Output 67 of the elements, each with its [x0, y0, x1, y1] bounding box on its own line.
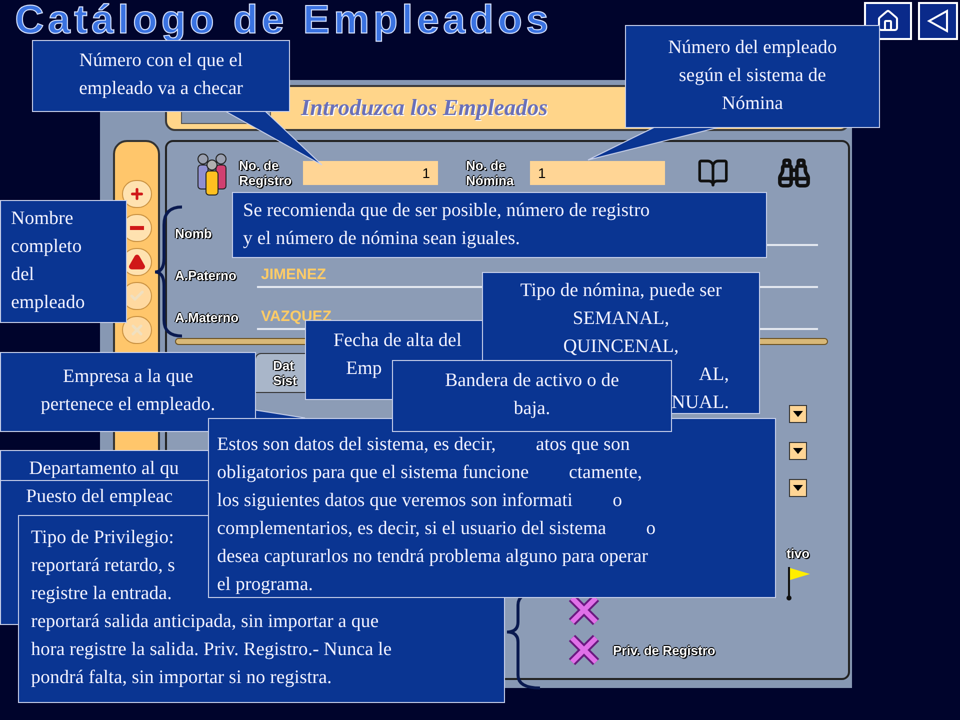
callout-text: Nómina: [722, 93, 784, 114]
callout-text: reportará retardo, s: [31, 555, 176, 576]
callout-text: SEMANAL,: [572, 308, 670, 329]
callout-text: desea capturarlos no tendrá problema alguno para operar: [217, 545, 648, 569]
input-field[interactable]: 1: [303, 161, 438, 185]
callout-text: obligatorios para que el sistema funcione: [217, 461, 529, 485]
callout-text: pertenece el empleado.: [40, 394, 216, 415]
caret-icon: [793, 485, 803, 491]
status-label: tivo: [786, 546, 810, 561]
callout-text: del: [11, 264, 34, 285]
callout-text: Número del empleado: [668, 37, 837, 58]
callout-text: NUAL.: [671, 392, 729, 413]
callout-text: Nombre: [11, 208, 74, 229]
callout-text: Se recomienda que de ser posible, número de registro: [243, 200, 650, 221]
binoculars-icon: [777, 156, 811, 190]
callout-text: Departamento al qu: [29, 458, 179, 479]
dropdown-button[interactable]: [789, 442, 807, 460]
callout-text: registre la entrada.: [31, 583, 172, 604]
field-label: A.Paterno: [175, 268, 236, 283]
caret-icon: [793, 411, 803, 417]
field-label: A.Materno: [175, 310, 239, 325]
callout-text: Puesto del empleac: [26, 486, 173, 507]
field-label: No. de Registro: [239, 158, 293, 188]
plus-icon: [128, 186, 144, 202]
field-label: No. de Nómina: [466, 158, 515, 188]
callout-text: o: [646, 517, 656, 541]
callout-text: AL,: [698, 364, 729, 385]
callout-text: Número con el que el: [79, 50, 243, 71]
callout-text: Bandera de activo o de: [444, 370, 620, 391]
callout-text: empleado va a checar: [78, 78, 244, 99]
back-button[interactable]: [918, 2, 958, 40]
callout-text: Tipo de nómina, puede ser: [520, 280, 722, 301]
callout-text: QUINCENAL,: [563, 336, 679, 357]
cross-icon: [128, 322, 144, 338]
left-triangle-icon: [927, 9, 949, 33]
header-title: Introduzca los Empleados: [301, 94, 548, 122]
callout-text: Estos son datos del sistema, es decir,: [217, 433, 496, 457]
callout-text: Fecha de alta del: [333, 330, 462, 351]
input-field[interactable]: 1: [530, 161, 665, 185]
callout-text: Emp: [346, 358, 382, 379]
book-icon: [697, 157, 729, 189]
callout-text: Empresa a la que: [62, 366, 194, 387]
triangle-icon: [128, 254, 144, 270]
callout-text: baja.: [514, 398, 550, 419]
callout-text: y el número de nómina sean iguales.: [243, 228, 520, 249]
home-icon: [876, 9, 900, 33]
callout-text: ctamente,: [568, 461, 642, 485]
callout-text: atos que son: [536, 433, 630, 457]
callout-text: según el sistema de: [678, 65, 826, 86]
callout-text: completo: [11, 236, 82, 257]
callout-text: los siguientes datos que veremos son informati: [217, 489, 573, 513]
callout-text: o: [612, 489, 622, 513]
slide-title: Catálogo de Empleados: [15, 0, 552, 40]
callout-text: pondrá falta, sin importar si no registra.: [31, 667, 332, 688]
privilege-label: Priv. de Registro: [613, 642, 716, 658]
minus-icon: [130, 226, 144, 230]
caret-icon: [793, 448, 803, 454]
callout-text: Tipo de Privilegio:: [31, 527, 174, 548]
dropdown-button[interactable]: [789, 479, 807, 497]
callout-text: empleado: [11, 292, 85, 313]
toolbar-button[interactable]: [122, 180, 152, 208]
dropdown-button[interactable]: [789, 405, 807, 423]
callout-text: complementarios, es decir, si el usuario del sistema: [217, 517, 606, 541]
field-label: Nomb: [175, 226, 212, 241]
callout-text: reportará salida anticipada, sin importar a que: [31, 611, 379, 632]
callout-text: hora registre la salida. Priv. Registro.- Nunca le: [31, 639, 392, 660]
callout-text: el programa.: [217, 573, 314, 597]
